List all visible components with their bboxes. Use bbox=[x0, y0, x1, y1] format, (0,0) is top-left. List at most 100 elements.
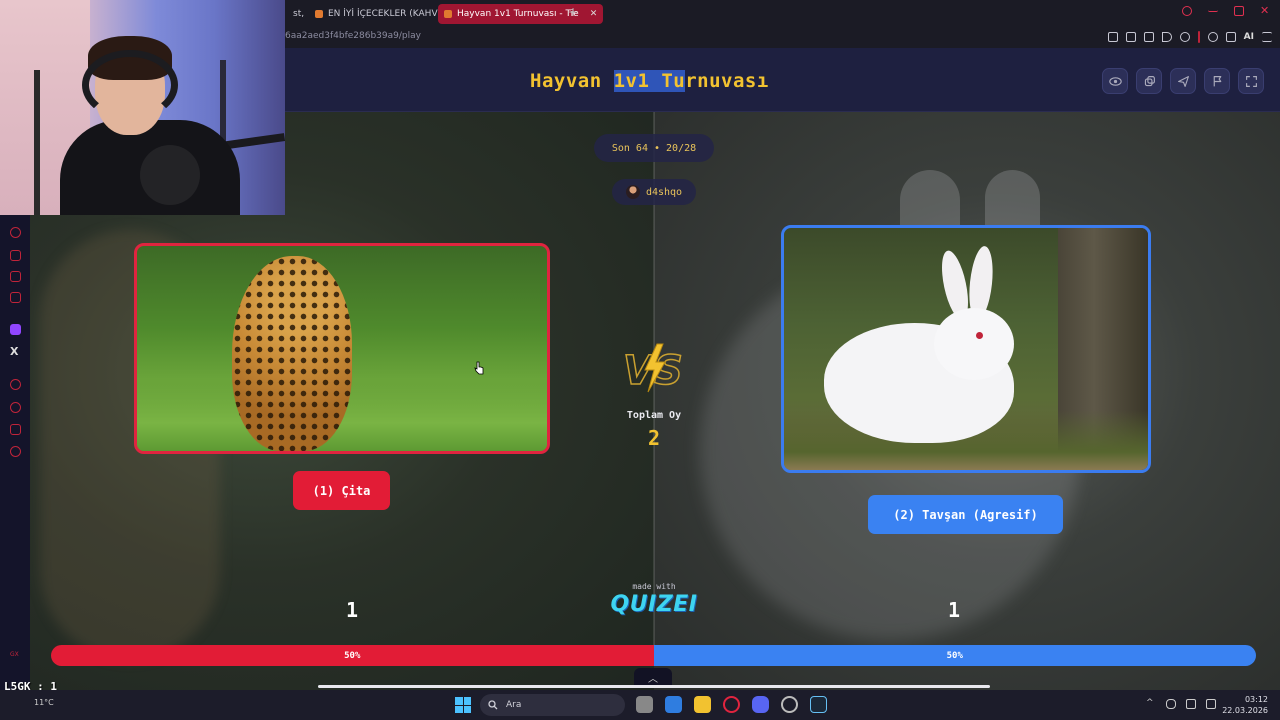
brand-logo[interactable]: QUIZEI bbox=[600, 592, 708, 617]
screenshot-icon[interactable] bbox=[1125, 32, 1136, 42]
microphone-icon[interactable] bbox=[1166, 699, 1176, 709]
rabbit-eye bbox=[976, 332, 983, 339]
taskbar: 11°C Ara ^ 03:12 22.03.2026 bbox=[0, 690, 1280, 720]
stage-indicator: Son 64 • 20/28 bbox=[594, 134, 714, 162]
steam-icon[interactable] bbox=[810, 696, 827, 713]
clock[interactable]: 03:12 22.03.2026 bbox=[1222, 694, 1268, 716]
share-icon bbox=[1144, 75, 1155, 86]
avatar bbox=[625, 185, 640, 199]
menu-icon[interactable] bbox=[1262, 32, 1272, 42]
address-bar: 6aa2aed3f4bfe286b39a9/play AI bbox=[285, 28, 1280, 48]
close-icon[interactable]: ✕ bbox=[590, 9, 598, 19]
search-label: Ara bbox=[506, 700, 522, 710]
taskbar-apps bbox=[636, 696, 827, 713]
gear-icon[interactable] bbox=[10, 446, 21, 457]
report-button[interactable] bbox=[1204, 68, 1230, 94]
bag-icon[interactable] bbox=[10, 250, 21, 261]
task-view-icon[interactable] bbox=[636, 696, 653, 713]
display-icon[interactable] bbox=[1186, 699, 1196, 709]
title-text: Hayvan bbox=[530, 70, 614, 92]
right-choice-image[interactable] bbox=[781, 225, 1151, 473]
play-circle-icon[interactable] bbox=[10, 379, 21, 390]
weather-widget[interactable]: 11°C bbox=[34, 698, 54, 707]
right-option-button[interactable]: (2) Tavşan (Agresif) bbox=[868, 495, 1063, 534]
title-highlighted-text: 1v1 Tu bbox=[613, 70, 686, 92]
right-percent-text: 50% bbox=[946, 650, 963, 661]
history-icon[interactable] bbox=[10, 227, 21, 238]
download-icon[interactable] bbox=[1225, 32, 1236, 42]
news-icon[interactable] bbox=[10, 292, 21, 303]
right-vote-bar: 50% bbox=[653, 645, 1256, 666]
vs-icon: VS bbox=[622, 343, 684, 395]
hand-cursor-icon bbox=[474, 361, 484, 375]
clock-icon[interactable] bbox=[10, 402, 21, 413]
send-icon bbox=[1177, 75, 1189, 87]
folder-icon[interactable] bbox=[694, 696, 711, 713]
browser-tab-active[interactable]: Hayvan 1v1 Turnuvası - Tie ✕ bbox=[438, 4, 604, 24]
chevron-up-icon[interactable]: ︿ bbox=[634, 668, 672, 686]
header-actions bbox=[1102, 68, 1264, 94]
creator-badge[interactable]: d4shqo bbox=[612, 179, 696, 205]
left-option-button[interactable]: (1) Çita bbox=[293, 471, 390, 510]
left-choice-image[interactable] bbox=[134, 243, 550, 454]
ai-label[interactable]: AI bbox=[1244, 32, 1254, 42]
fullscreen-icon bbox=[1245, 75, 1257, 87]
x-icon[interactable]: X bbox=[10, 346, 21, 357]
restore-icon[interactable] bbox=[1234, 6, 1244, 16]
shield-icon[interactable] bbox=[1143, 32, 1154, 42]
share-button[interactable] bbox=[1136, 68, 1162, 94]
tab-label: Hayvan 1v1 Turnuvası - Tie bbox=[457, 9, 579, 19]
fullscreen-button[interactable] bbox=[1238, 68, 1264, 94]
gx-icon[interactable]: GX bbox=[10, 651, 21, 662]
vote-progress-bar: 50% 50% bbox=[51, 645, 1256, 666]
stage-text: Son 64 • 20/28 bbox=[611, 142, 697, 154]
chevron-up-icon[interactable]: ^ bbox=[1146, 699, 1156, 709]
tab-label: st, bbox=[293, 9, 305, 19]
made-with-label: made with bbox=[632, 582, 676, 591]
webcam-light-stand bbox=[34, 70, 40, 215]
heart-icon[interactable] bbox=[1179, 32, 1190, 42]
search-icon[interactable] bbox=[1182, 6, 1192, 16]
total-votes-label: Toplam Oy bbox=[626, 410, 682, 421]
windows-start-icon[interactable] bbox=[455, 697, 471, 713]
chat-icon[interactable] bbox=[10, 271, 21, 282]
toolbar-icons: AI bbox=[1107, 31, 1272, 43]
browser-tab[interactable]: EN İYİ İÇECEKLER (KAHVE bbox=[309, 4, 449, 24]
send-button[interactable] bbox=[1170, 68, 1196, 94]
title-text: rnuvası bbox=[685, 70, 769, 92]
separator bbox=[1197, 31, 1200, 43]
url-text[interactable]: 6aa2aed3f4bfe286b39a9/play bbox=[285, 31, 421, 41]
close-window-icon[interactable]: ✕ bbox=[1260, 5, 1270, 16]
account-icon[interactable] bbox=[1207, 32, 1218, 42]
scroll-indicator[interactable] bbox=[318, 685, 990, 688]
eye-button[interactable] bbox=[1102, 68, 1128, 94]
opera-gx-icon[interactable] bbox=[723, 696, 740, 713]
search-icon bbox=[488, 700, 498, 710]
store-icon[interactable] bbox=[665, 696, 682, 713]
clock-time: 03:12 bbox=[1244, 695, 1268, 704]
discord-icon[interactable] bbox=[752, 696, 769, 713]
extension-icon[interactable] bbox=[10, 424, 21, 435]
left-vote-count: 1 bbox=[345, 598, 359, 622]
app-icon[interactable] bbox=[781, 696, 798, 713]
minimize-icon[interactable] bbox=[1208, 6, 1218, 12]
twitch-icon[interactable] bbox=[10, 324, 21, 335]
browser-sidebar: X GX bbox=[0, 215, 30, 690]
left-vote-bar: 50% bbox=[51, 645, 654, 666]
browser-tab[interactable]: st, bbox=[287, 4, 310, 24]
speaker-icon[interactable] bbox=[1206, 699, 1216, 709]
play-icon[interactable] bbox=[1161, 32, 1172, 42]
browser-tab-bar: st, EN İYİ İÇECEKLER (KAHVE Hayvan 1v1 T… bbox=[285, 0, 1280, 28]
new-tab-icon[interactable]: + bbox=[568, 5, 578, 19]
webcam-overlay bbox=[0, 0, 285, 215]
clock-date: 22.03.2026 bbox=[1222, 706, 1268, 715]
bookmark-icon[interactable] bbox=[1107, 32, 1118, 42]
page-title: Hayvan 1v1 Turnuvası bbox=[530, 70, 769, 92]
quiz-header: Hayvan 1v1 Turnuvası bbox=[285, 48, 1280, 112]
tab-favicon-icon bbox=[315, 10, 323, 18]
total-votes-value: 2 bbox=[647, 426, 661, 450]
eye-icon bbox=[1108, 76, 1122, 86]
taskbar-search[interactable]: Ara bbox=[480, 694, 625, 716]
system-tray: ^ bbox=[1146, 699, 1216, 709]
headset-icon bbox=[82, 50, 178, 120]
